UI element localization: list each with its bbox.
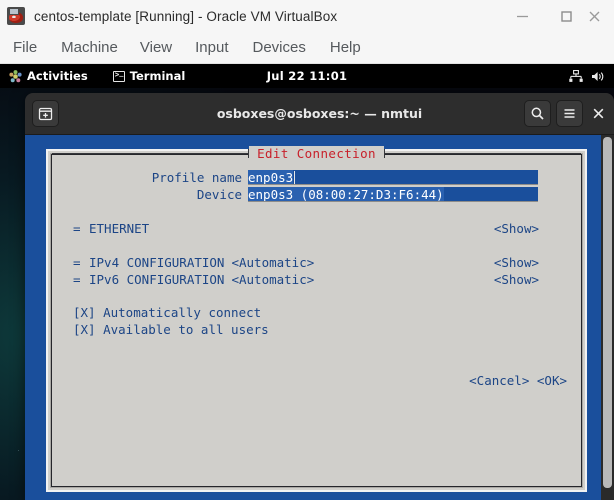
volume-icon	[592, 71, 604, 81]
gnome-top-bar: Activities Terminal Jul 22 11:01	[0, 64, 614, 88]
menu-view[interactable]: View	[140, 39, 172, 56]
nmtui-action-row: <Cancel> <OK>	[52, 373, 581, 390]
activities-button[interactable]: Activities	[9, 69, 88, 83]
hamburger-menu-button[interactable]	[556, 100, 583, 127]
gnome-terminal-window: osboxes@osboxes:~ — nmtui Edit Connectio…	[25, 93, 614, 500]
profile-name-value: enp0s3	[248, 170, 294, 185]
gnome-clock[interactable]: Jul 22 11:01	[267, 69, 348, 83]
ipv4-mode-select[interactable]: <Automatic>	[224, 255, 314, 270]
menu-devices[interactable]: Devices	[253, 39, 306, 56]
nmtui-dialog-inner: Edit Connection Profile name enp0s3 Devi…	[50, 146, 583, 488]
menu-machine[interactable]: Machine	[61, 39, 118, 56]
virtualbox-icon	[7, 7, 25, 25]
virtualbox-titlebar: centos-template [Running] - Oracle VM Vi…	[0, 0, 614, 32]
title-rule-left	[52, 153, 249, 154]
text-cursor	[294, 170, 296, 184]
search-icon	[531, 107, 544, 120]
maximize-button[interactable]	[544, 0, 588, 32]
menu-input[interactable]: Input	[195, 39, 228, 56]
available-all-users-checkbox[interactable]: [X] Available to all users	[52, 322, 581, 339]
profile-name-label: Profile name	[151, 170, 242, 185]
ethernet-section: = ETHERNET <Show>	[52, 220, 581, 237]
nmtui-form: Profile name enp0s3 Device enp0s3 (08:00…	[52, 169, 581, 390]
collapse-marker-icon: =	[73, 221, 81, 236]
virtualbox-window: centos-template [Running] - Oracle VM Vi…	[0, 0, 614, 500]
gnome-app-indicator[interactable]: Terminal	[112, 69, 186, 83]
window-controls	[500, 0, 614, 32]
profile-name-input[interactable]: enp0s3	[248, 170, 538, 185]
ipv4-label: IPv4 CONFIGURATION	[89, 255, 225, 270]
profile-name-row: Profile name enp0s3	[52, 169, 581, 186]
cancel-ok-buttons[interactable]: <Cancel> <OK>	[469, 373, 567, 388]
device-input[interactable]: enp0s3 (08:00:27:D3:F6:44)	[248, 187, 538, 202]
terminal-scrollbar[interactable]	[601, 135, 614, 500]
hamburger-icon	[564, 109, 575, 118]
device-label: Device	[196, 187, 242, 202]
ipv6-label: IPv6 CONFIGURATION	[89, 272, 225, 287]
window-title: centos-template [Running] - Oracle VM Vi…	[34, 8, 338, 24]
nmtui-dialog-titlebar: Edit Connection	[52, 146, 582, 161]
ipv6-mode-select[interactable]: <Automatic>	[224, 272, 314, 287]
activities-label: Activities	[27, 69, 88, 83]
gnome-app-label: Terminal	[129, 69, 186, 83]
gnome-status-area[interactable]	[569, 69, 606, 83]
close-button[interactable]	[588, 0, 614, 32]
collapse-marker-icon: =	[73, 255, 81, 270]
ipv4-show-button[interactable]: <Show>	[494, 255, 539, 270]
page-title: Edit Connection	[249, 146, 384, 161]
auto-connect-checkbox[interactable]: [X] Automatically connect	[52, 305, 581, 322]
title-rule-right	[384, 153, 582, 154]
device-value: enp0s3 (08:00:27:D3:F6:44)	[248, 187, 444, 202]
guest-screen: Activities Terminal Jul 22 11:01	[0, 64, 614, 500]
ipv6-row[interactable]: = IPv6 CONFIGURATION <Automatic> <Show>	[52, 271, 581, 288]
window-close-button[interactable]	[585, 100, 612, 127]
minimize-button[interactable]	[500, 0, 544, 32]
wired-network-icon	[569, 69, 583, 82]
ipv4-row[interactable]: = IPv4 CONFIGURATION <Automatic> <Show>	[52, 254, 581, 271]
terminal-scrollbar-thumb[interactable]	[603, 137, 612, 488]
terminal-icon	[112, 69, 125, 82]
gnome-activities-icon	[9, 69, 22, 82]
virtualbox-menubar: File Machine View Input Devices Help	[0, 32, 614, 64]
search-button[interactable]	[524, 100, 551, 127]
new-tab-button[interactable]	[32, 100, 59, 127]
ipv6-section: = IPv6 CONFIGURATION <Automatic> <Show>	[52, 271, 581, 288]
device-row: Device enp0s3 (08:00:27:D3:F6:44)	[52, 186, 581, 203]
ethernet-show-button[interactable]: <Show>	[494, 221, 539, 236]
ethernet-row[interactable]: = ETHERNET <Show>	[52, 220, 581, 237]
menu-file[interactable]: File	[13, 39, 37, 56]
terminal-headerbar: osboxes@osboxes:~ — nmtui	[25, 93, 614, 135]
close-icon	[593, 108, 604, 119]
terminal-canvas[interactable]: Edit Connection Profile name enp0s3 Devi…	[25, 135, 614, 500]
ethernet-label: ETHERNET	[89, 221, 150, 236]
ipv6-show-button[interactable]: <Show>	[494, 272, 539, 287]
nmtui-edit-connection-dialog: Edit Connection Profile name enp0s3 Devi…	[46, 146, 587, 492]
menu-help[interactable]: Help	[330, 39, 361, 56]
collapse-marker-icon: =	[73, 272, 81, 287]
ipv4-section: = IPv4 CONFIGURATION <Automatic> <Show>	[52, 254, 581, 271]
new-tab-icon	[38, 107, 53, 121]
